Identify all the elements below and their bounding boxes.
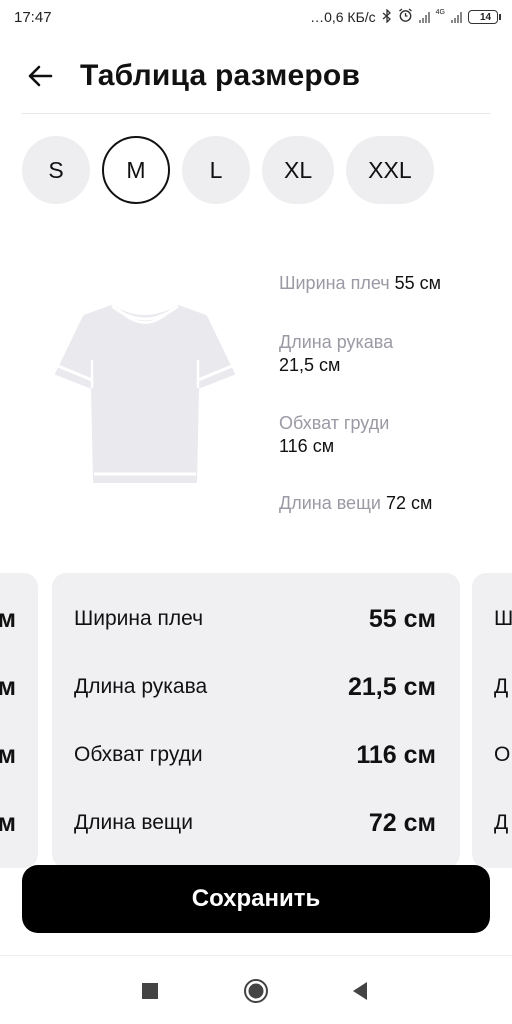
measure-shoulder-width: Ширина плеч 55 см: [279, 272, 504, 295]
size-cards-carousel[interactable]: м м м м Ширина плеч 55 см Длина рукава 2…: [0, 573, 512, 868]
measure-value: 72 см: [385, 493, 433, 513]
size-chip-m[interactable]: M: [102, 136, 170, 204]
card-row: м: [0, 735, 38, 775]
navigation-bar: [0, 955, 512, 1024]
status-time: 17:47: [14, 8, 52, 26]
size-chip-xl[interactable]: XL: [262, 136, 335, 204]
back-triangle-icon: [353, 982, 367, 1000]
measure-label: Ширина плеч: [279, 273, 390, 293]
home-circle-icon: [244, 979, 268, 1003]
battery-level: 14: [479, 11, 492, 23]
header-divider: [22, 113, 490, 114]
card-row: м: [0, 667, 38, 707]
card-row: м: [0, 803, 38, 843]
network-type: 4G: [435, 8, 445, 16]
card-row: Ширина плеч 55 см: [52, 599, 460, 639]
card-row-label: Длина вещи: [74, 811, 193, 834]
recents-square-icon: [142, 983, 158, 999]
alarm-icon: [398, 8, 413, 26]
measure-chest: Обхват груди 116 см: [279, 412, 504, 458]
card-row-label: Д: [494, 675, 509, 698]
signal-icon: [418, 11, 430, 23]
card-row-value: м: [0, 672, 16, 701]
home-button[interactable]: [241, 976, 271, 1006]
card-row-label: О: [494, 743, 511, 766]
battery-icon: 14: [468, 10, 501, 24]
tshirt-icon: [50, 300, 240, 490]
measure-label: Обхват груди: [279, 413, 390, 433]
page-title: Таблица размеров: [80, 59, 361, 92]
size-card-current[interactable]: Ширина плеч 55 см Длина рукава 21,5 см О…: [52, 573, 460, 868]
card-row: Ш: [472, 599, 512, 639]
card-row-label: Ш: [494, 607, 512, 630]
back-button[interactable]: [20, 56, 60, 96]
measure-value: 116 см: [279, 436, 335, 456]
card-row-value: м: [0, 740, 16, 769]
measure-label: Длина рукава: [279, 332, 394, 352]
size-chip-xxl[interactable]: XXL: [346, 136, 434, 204]
network-speed: …0,6 КБ/с: [310, 9, 376, 25]
arrow-left-icon: [28, 65, 53, 87]
status-icons: …0,6 КБ/с 4G 14: [310, 7, 501, 26]
measure-value: 55 см: [394, 273, 442, 293]
card-row-value: 21,5 см: [347, 672, 436, 701]
bluetooth-icon: [382, 7, 392, 26]
size-chip-l[interactable]: L: [182, 136, 250, 204]
card-row: Д: [472, 803, 512, 843]
card-row-value: 55 см: [368, 604, 436, 633]
card-row: м: [0, 599, 38, 639]
size-card-previous[interactable]: м м м м: [0, 573, 38, 868]
size-selector: S M L XL XXL: [22, 136, 434, 204]
card-row: Обхват груди 116 см: [52, 735, 460, 775]
system-back-button[interactable]: [345, 976, 375, 1006]
card-row-value: м: [0, 808, 16, 837]
size-chip-s[interactable]: S: [22, 136, 90, 204]
size-card-next[interactable]: Ш Д О Д: [472, 573, 512, 868]
measure-sleeve-length: Длина рукава 21,5 см: [279, 331, 504, 377]
card-row-label: Длина рукава: [74, 675, 208, 698]
card-row-label: Д: [494, 811, 509, 834]
recents-button[interactable]: [135, 976, 165, 1006]
status-bar: 17:47 …0,6 КБ/с 4G 14: [0, 0, 512, 34]
save-button[interactable]: Сохранить: [22, 865, 490, 933]
measure-value: 21,5 см: [279, 355, 341, 375]
card-row-value: 116 см: [356, 740, 436, 769]
card-row-label: Обхват груди: [74, 743, 203, 766]
measure-label: Длина вещи: [279, 493, 381, 513]
signal-icon: [451, 11, 462, 23]
card-row: Длина вещи 72 см: [52, 803, 460, 843]
card-row-value: 72 см: [368, 808, 436, 837]
card-row: О: [472, 735, 512, 775]
card-row: Длина рукава 21,5 см: [52, 667, 460, 707]
header: Таблица размеров: [0, 46, 512, 106]
card-row: Д: [472, 667, 512, 707]
card-row-value: м: [0, 604, 16, 633]
card-row-label: Ширина плеч: [74, 607, 204, 630]
measure-length: Длина вещи 72 см: [279, 492, 504, 515]
